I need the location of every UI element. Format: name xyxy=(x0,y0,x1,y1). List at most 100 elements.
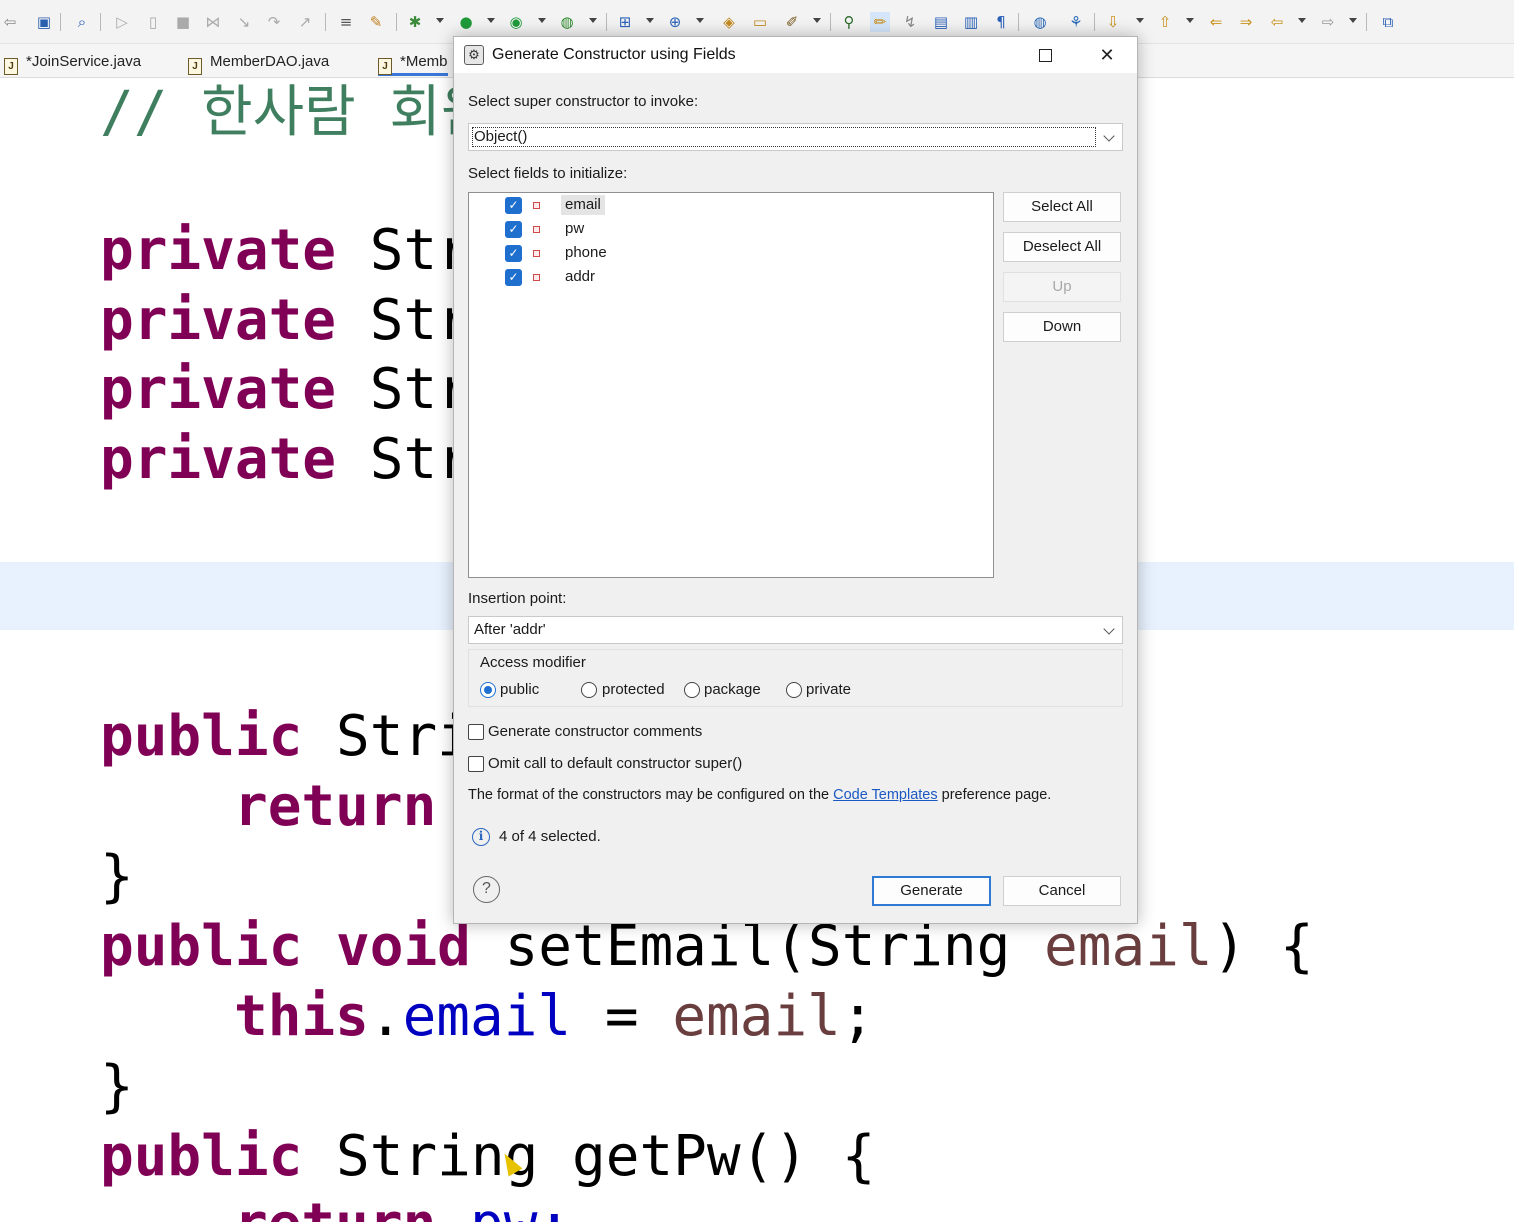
refactor-icon[interactable]: ✎ xyxy=(366,12,386,32)
dialog-titlebar[interactable]: ⚙ Generate Constructor using Fields ✕ xyxy=(454,37,1137,73)
toolbar-separator xyxy=(1094,13,1095,31)
radio-private-label[interactable]: private xyxy=(806,681,851,698)
debug-icon[interactable]: ✱ xyxy=(405,12,425,32)
omit-super-checkbox[interactable] xyxy=(468,756,484,772)
back-dropdown-icon[interactable] xyxy=(1298,18,1306,23)
block-select-icon[interactable]: ▤ xyxy=(931,12,951,32)
highlight-icon[interactable]: ✏ xyxy=(870,12,890,32)
checkbox-checked-icon[interactable]: ✓ xyxy=(505,245,522,262)
word-wrap-icon[interactable]: ↯ xyxy=(900,12,920,32)
back-icon[interactable]: ⇦ xyxy=(1267,12,1287,32)
code-field-line[interactable]: private Str xyxy=(100,286,471,356)
code-comment[interactable]: // 한사람 회원 xyxy=(100,78,492,148)
fields-list[interactable]: ✓ email ✓ pw ✓ phone ✓ addr xyxy=(468,192,994,578)
new-class-icon[interactable]: ⊕ xyxy=(665,12,685,32)
open-perspective-icon[interactable]: ⧉ xyxy=(1378,12,1398,32)
maximize-button[interactable] xyxy=(1022,37,1068,73)
close-icon: ✕ xyxy=(1099,45,1115,65)
external-tools-icon[interactable]: ◍ xyxy=(557,12,577,32)
code-templates-link[interactable]: Code Templates xyxy=(833,787,938,803)
terminate-icon[interactable]: ■ xyxy=(173,12,193,32)
radio-protected[interactable] xyxy=(581,682,597,698)
debug-dropdown-icon[interactable] xyxy=(436,18,444,23)
forward-icon[interactable]: ⇨ xyxy=(1318,12,1338,32)
cancel-button[interactable]: Cancel xyxy=(1003,876,1121,906)
step-return-icon[interactable]: ↗ xyxy=(295,12,315,32)
new-project-icon[interactable]: ⊞ xyxy=(615,12,635,32)
open-type-icon[interactable]: ◈ xyxy=(719,12,739,32)
tab-member[interactable]: J *Memb xyxy=(378,48,448,76)
code-return-line[interactable]: return xyxy=(234,772,436,842)
next-annotation-icon[interactable]: ⇩ xyxy=(1103,12,1123,32)
insertion-point-select[interactable]: After 'addr' xyxy=(468,616,1123,644)
open-folder-icon[interactable]: ▭ xyxy=(750,12,770,32)
select-all-button[interactable]: Select All xyxy=(1003,192,1121,222)
forward-dropdown-icon[interactable] xyxy=(1349,18,1357,23)
tab-joinservice[interactable]: J *JoinService.java xyxy=(4,48,141,76)
new-project-dropdown-icon[interactable] xyxy=(646,18,654,23)
code-field-line[interactable]: private Str xyxy=(100,425,471,495)
code-return-pw-line[interactable]: return pw; xyxy=(234,1190,571,1222)
checkbox-checked-icon[interactable]: ✓ xyxy=(505,221,522,238)
task-icon[interactable]: ✐ xyxy=(782,12,802,32)
forward-edit-icon[interactable]: ⇒ xyxy=(1236,12,1256,32)
radio-public-label[interactable]: public xyxy=(500,681,539,698)
coverage-icon[interactable]: ◉ xyxy=(506,12,526,32)
radio-protected-label[interactable]: protected xyxy=(602,681,665,698)
next-annotation-dropdown-icon[interactable] xyxy=(1136,18,1144,23)
code-close-brace[interactable]: } xyxy=(100,1052,134,1122)
generate-comments-checkbox[interactable] xyxy=(468,724,484,740)
search-web-icon[interactable]: ⚘ xyxy=(1066,12,1086,32)
console-icon[interactable]: ▣ xyxy=(34,12,54,32)
omit-super-label[interactable]: Omit call to default constructor super() xyxy=(488,755,742,772)
code-getpw-signature[interactable]: public String getPw() { xyxy=(100,1122,875,1192)
back-arrow-icon[interactable]: ⇦ xyxy=(0,12,20,32)
gear-icon: ⚙ xyxy=(464,45,484,65)
tab-memberdao[interactable]: J MemberDAO.java xyxy=(188,48,329,76)
radio-package-label[interactable]: package xyxy=(704,681,761,698)
code-field-line[interactable]: private Str xyxy=(100,355,471,425)
code-getter-line[interactable]: public Stri xyxy=(100,702,471,772)
resume-icon[interactable]: ▷ xyxy=(112,12,132,32)
dialog-title: Generate Constructor using Fields xyxy=(492,46,736,63)
checkbox-checked-icon[interactable]: ✓ xyxy=(505,197,522,214)
code-close-brace[interactable]: } xyxy=(100,842,134,912)
external-tools-dropdown-icon[interactable] xyxy=(589,18,597,23)
task-dropdown-icon[interactable] xyxy=(813,18,821,23)
prev-annotation-dropdown-icon[interactable] xyxy=(1186,18,1194,23)
help-icon[interactable]: ? xyxy=(473,876,500,903)
disconnect-icon[interactable]: ⋈ xyxy=(203,12,223,32)
close-button[interactable]: ✕ xyxy=(1084,37,1130,73)
generate-button[interactable]: Generate xyxy=(872,876,991,906)
radio-public[interactable] xyxy=(480,682,496,698)
search-icon[interactable]: ⌕ xyxy=(72,12,92,32)
run-dropdown-icon[interactable] xyxy=(487,18,495,23)
suspend-icon[interactable]: ▯ xyxy=(143,12,163,32)
toolbar-separator xyxy=(606,13,607,31)
whitespace-icon[interactable]: ▥ xyxy=(961,12,981,32)
last-edit-icon[interactable]: ⇐ xyxy=(1206,12,1226,32)
generate-comments-label[interactable]: Generate constructor comments xyxy=(488,723,702,740)
code-assign-line[interactable]: this.email = email; xyxy=(234,982,875,1052)
globe-icon[interactable]: ◍ xyxy=(1030,12,1050,32)
private-field-icon xyxy=(533,202,540,209)
coverage-dropdown-icon[interactable] xyxy=(538,18,546,23)
pilcrow-icon[interactable]: ¶ xyxy=(991,12,1011,32)
code-field-line[interactable]: private Str xyxy=(100,216,471,286)
new-class-dropdown-icon[interactable] xyxy=(696,18,704,23)
radio-private[interactable] xyxy=(786,682,802,698)
up-button[interactable]: Up xyxy=(1003,272,1121,302)
deselect-all-button[interactable]: Deselect All xyxy=(1003,232,1121,262)
run-icon[interactable]: ● xyxy=(456,12,476,32)
format-icon[interactable]: ≡ xyxy=(336,12,356,32)
radio-package[interactable] xyxy=(684,682,700,698)
step-over-icon[interactable]: ↷ xyxy=(264,12,284,32)
step-into-icon[interactable]: ↘ xyxy=(234,12,254,32)
annotation-icon[interactable]: ⚲ xyxy=(839,12,859,32)
super-constructor-label: Select super constructor to invoke: xyxy=(468,93,699,110)
down-button[interactable]: Down xyxy=(1003,312,1121,342)
super-constructor-select[interactable]: Object() xyxy=(468,123,1123,151)
checkbox-checked-icon[interactable]: ✓ xyxy=(505,269,522,286)
prev-annotation-icon[interactable]: ⇧ xyxy=(1155,12,1175,32)
toolbar-separator xyxy=(325,13,326,31)
